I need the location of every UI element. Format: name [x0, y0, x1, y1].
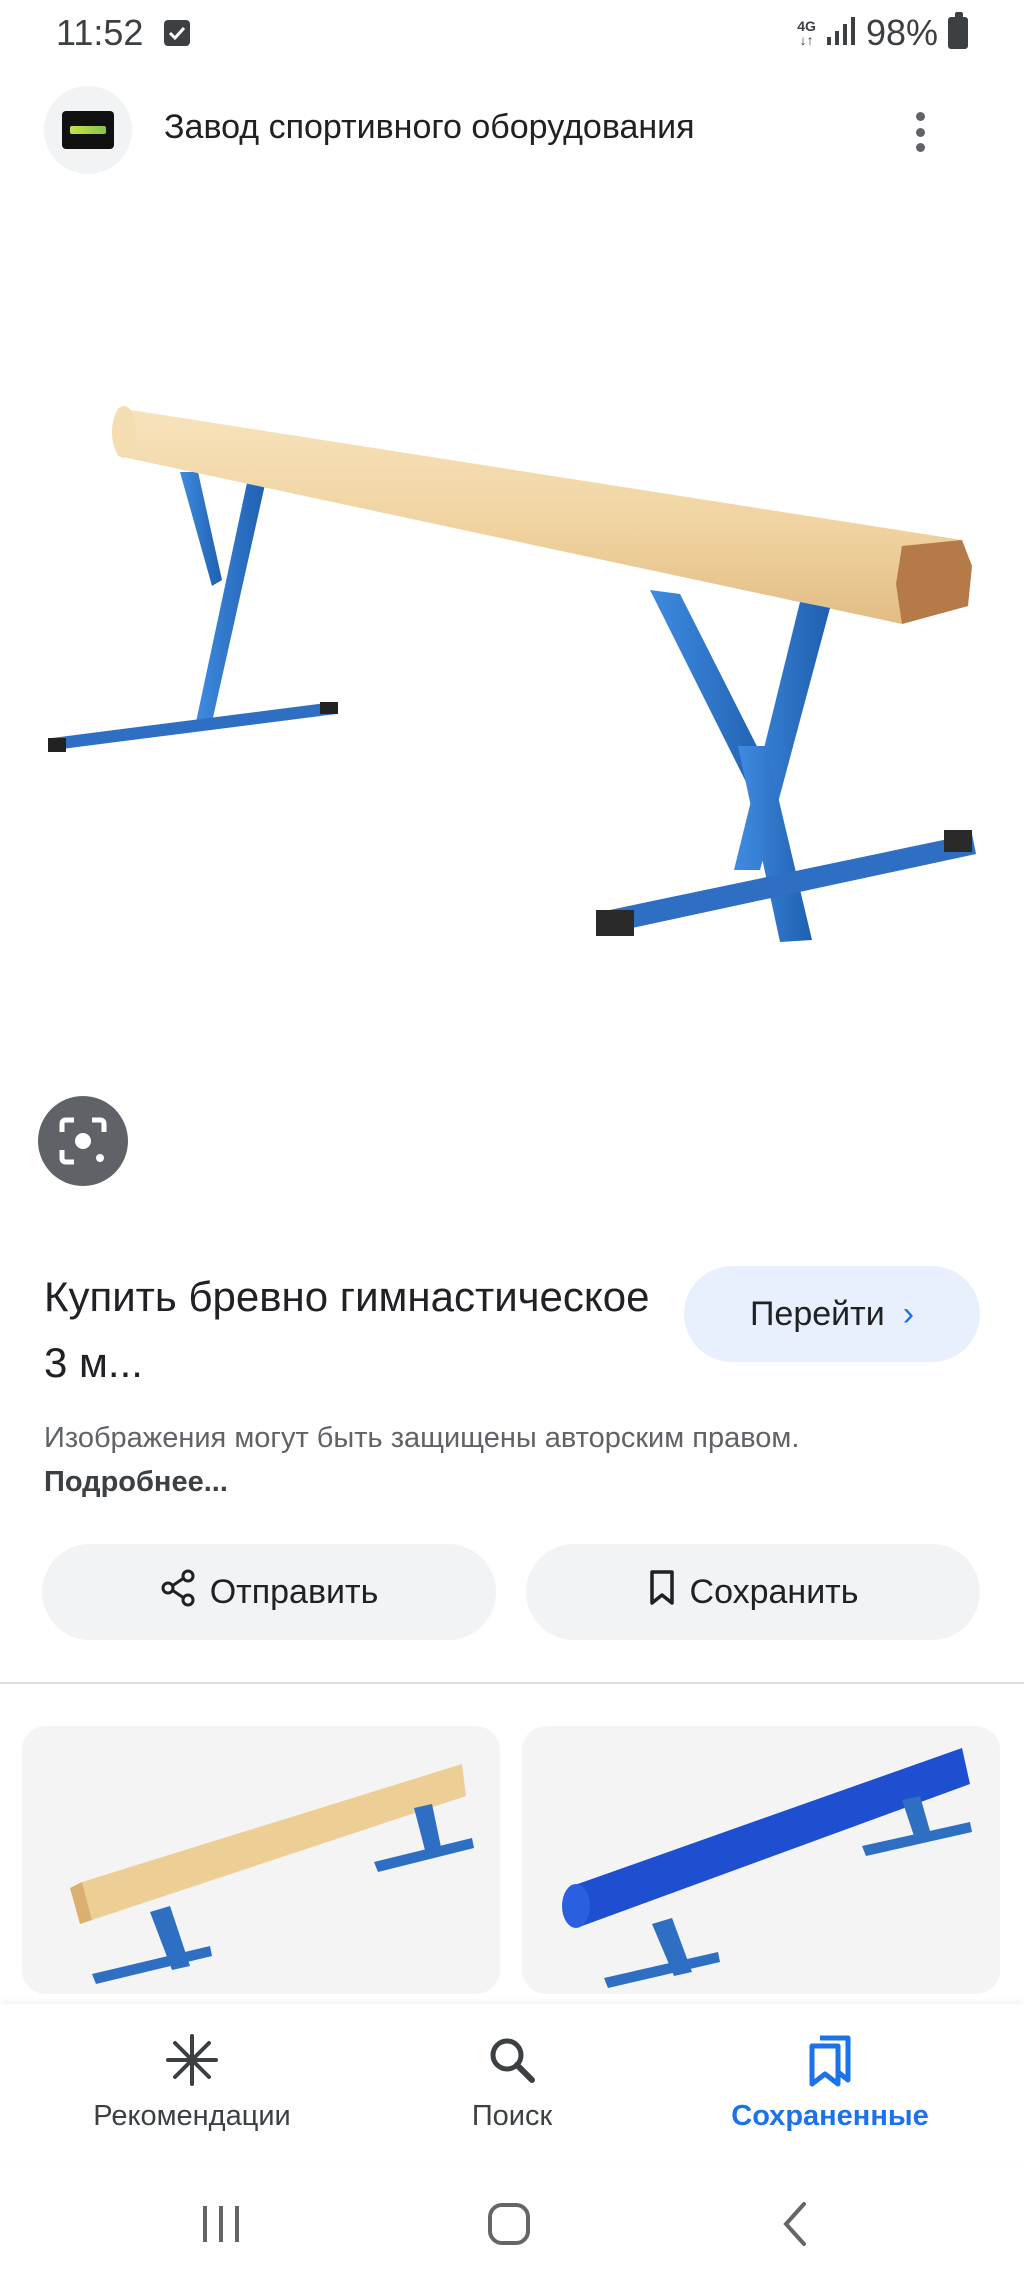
divider	[0, 1682, 1024, 1684]
goto-button[interactable]: Перейти ›	[684, 1266, 980, 1362]
system-navigation-bar	[0, 2164, 1024, 2283]
network-type: 4G	[797, 18, 816, 34]
share-icon	[160, 1568, 196, 1617]
copyright-text: Изображения могут быть защищены авторски…	[44, 1422, 800, 1454]
status-bar: 11:52 4G ↓↑ 98%	[0, 0, 1024, 70]
main-product-image[interactable]	[0, 250, 1024, 1150]
sparkle-icon	[164, 2030, 220, 2090]
saved-collections-icon	[804, 2030, 856, 2090]
status-time: 11:52	[56, 12, 144, 53]
share-button[interactable]: Отправить	[42, 1544, 496, 1640]
battery-icon	[948, 12, 968, 49]
save-button[interactable]: Сохранить	[526, 1544, 980, 1640]
site-title[interactable]: Завод спортивного оборудования	[164, 108, 695, 147]
related-image-blue-beam[interactable]	[522, 1726, 1000, 1994]
nav-label-recommendations: Рекомендации	[93, 2100, 291, 2132]
nav-label-saved: Сохраненные	[731, 2100, 929, 2132]
notification-check-icon	[164, 20, 190, 46]
battery-percent: 98%	[865, 12, 938, 53]
bookmark-icon	[648, 1569, 676, 1616]
share-label: Отправить	[209, 1572, 379, 1611]
goto-label: Перейти	[749, 1294, 885, 1333]
related-image-wood-beam[interactable]	[22, 1726, 500, 1994]
save-label: Сохранить	[689, 1572, 859, 1611]
home-icon[interactable]	[474, 2196, 544, 2252]
network-4g-icon: 4G ↓↑	[797, 18, 816, 48]
back-icon[interactable]	[760, 2196, 830, 2252]
learn-more-link[interactable]: Подробнее...	[44, 1466, 228, 1498]
result-title[interactable]: Купить бревно гимнастическое 3 м...	[44, 1264, 664, 1396]
signal-icon	[826, 12, 856, 54]
nav-item-recommendations[interactable]: Рекомендации	[22, 2004, 362, 2164]
more-vert-icon[interactable]	[896, 104, 944, 160]
nav-item-saved[interactable]: Сохраненные	[660, 2004, 1000, 2164]
chevron-right-icon: ›	[902, 1294, 915, 1333]
nav-item-search[interactable]: Поиск	[342, 2004, 682, 2164]
nav-label-search: Поиск	[471, 2100, 553, 2132]
copyright-notice: Изображения могут быть защищены авторски…	[44, 1416, 944, 1504]
search-icon	[486, 2030, 538, 2090]
bottom-navigation: Рекомендации Поиск Сохраненные	[0, 2004, 1024, 2164]
image-viewer-header: Завод спортивного оборудования	[0, 82, 1024, 182]
recent-apps-icon[interactable]	[186, 2196, 256, 2252]
status-indicators: 4G ↓↑ 98%	[797, 12, 968, 54]
site-logo-icon[interactable]	[44, 86, 132, 174]
lens-search-icon[interactable]	[38, 1096, 128, 1186]
